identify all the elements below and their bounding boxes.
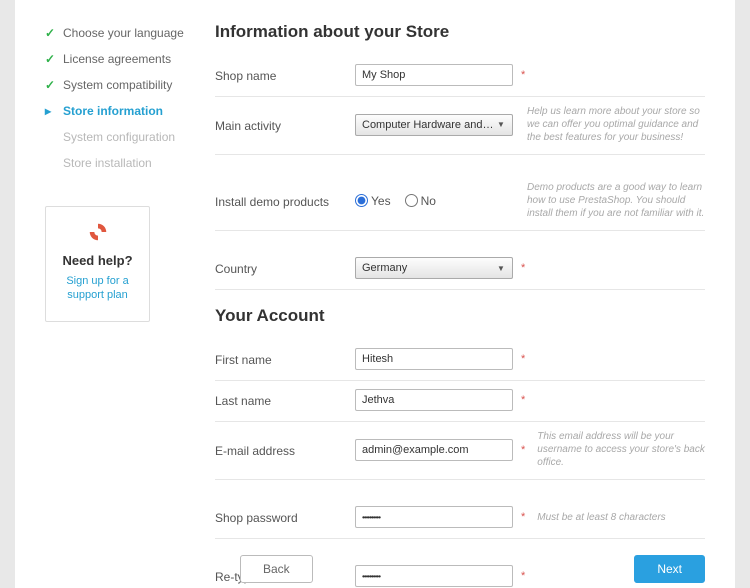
select-value: Computer Hardware and Softw… [362, 119, 494, 131]
install-demo-label: Install demo products [215, 193, 355, 209]
select-value: Germany [362, 262, 407, 274]
back-button[interactable]: Back [240, 555, 313, 583]
step-system-config: ·System configuration [45, 124, 195, 150]
last-name-label: Last name [215, 392, 355, 408]
shop-name-label: Shop name [215, 67, 355, 83]
step-label: System compatibility [63, 78, 172, 92]
install-demo-hint: Demo products are a good way to learn ho… [515, 181, 705, 220]
radio-no[interactable] [405, 194, 418, 207]
install-steps-sidebar: ✓ Choose your language ✓ License agreement… [15, 10, 205, 588]
chevron-down-icon: ▼ [494, 261, 508, 275]
check-icon: ✓ [45, 52, 55, 66]
row-email: E-mail address * This email address will… [215, 422, 705, 480]
step-language[interactable]: ✓ Choose your language [45, 20, 195, 46]
required-marker: * [521, 262, 525, 274]
email-input[interactable] [355, 439, 513, 461]
row-password: Shop password * Must be at least 8 chara… [215, 498, 705, 539]
main-activity-select[interactable]: Computer Hardware and Softw… ▼ [355, 114, 513, 136]
store-heading: Information about your Store [215, 22, 705, 42]
chevron-down-icon: ▼ [494, 118, 508, 132]
account-heading: Your Account [215, 306, 705, 326]
step-label: Store installation [63, 156, 152, 170]
step-store-info[interactable]: ▸ Store information [45, 98, 195, 124]
shop-name-input[interactable] [355, 64, 513, 86]
step-compatibility[interactable]: ✓ System compatibility [45, 72, 195, 98]
row-main-activity: Main activity Computer Hardware and Soft… [215, 97, 705, 155]
email-hint: This email address will be your username… [525, 430, 705, 469]
last-name-input[interactable] [355, 389, 513, 411]
first-name-input[interactable] [355, 348, 513, 370]
required-marker: * [521, 353, 525, 365]
email-label: E-mail address [215, 442, 355, 458]
check-icon: ✓ [45, 26, 55, 40]
country-select[interactable]: Germany ▼ [355, 257, 513, 279]
step-label: License agreements [63, 52, 171, 66]
footer-nav: Back Next [240, 555, 705, 583]
help-title: Need help? [54, 253, 141, 268]
step-label: System configuration [63, 130, 175, 144]
password-input[interactable] [355, 506, 513, 528]
required-marker: * [521, 394, 525, 406]
row-install-demo: Install demo products Yes No Demo produc… [215, 173, 705, 231]
step-store-install: ·Store installation [45, 150, 195, 176]
row-first-name: First name * [215, 340, 705, 381]
step-label: Store information [63, 104, 163, 118]
main-activity-hint: Help us learn more about your store so w… [515, 105, 705, 144]
step-license[interactable]: ✓ License agreements [45, 46, 195, 72]
next-button[interactable]: Next [634, 555, 705, 583]
main-activity-label: Main activity [215, 117, 355, 133]
main-form: Information about your Store Shop name *… [205, 10, 735, 588]
password-label: Shop password [215, 509, 355, 525]
required-marker: * [521, 69, 525, 81]
first-name-label: First name [215, 351, 355, 367]
radio-yes[interactable] [355, 194, 368, 207]
lifebuoy-icon [87, 221, 109, 243]
help-box: Need help? Sign up for a support plan [45, 206, 150, 322]
support-plan-link[interactable]: Sign up for a support plan [54, 274, 141, 303]
password-hint: Must be at least 8 characters [525, 511, 705, 524]
install-demo-yes[interactable]: Yes [355, 194, 391, 208]
row-last-name: Last name * [215, 381, 705, 422]
check-icon: ✓ [45, 78, 55, 92]
caret-right-icon: ▸ [45, 104, 55, 118]
step-label: Choose your language [63, 26, 184, 40]
install-demo-no[interactable]: No [405, 194, 436, 208]
country-label: Country [215, 260, 355, 276]
row-country: Country Germany ▼ * [215, 249, 705, 290]
row-shop-name: Shop name * [215, 56, 705, 97]
